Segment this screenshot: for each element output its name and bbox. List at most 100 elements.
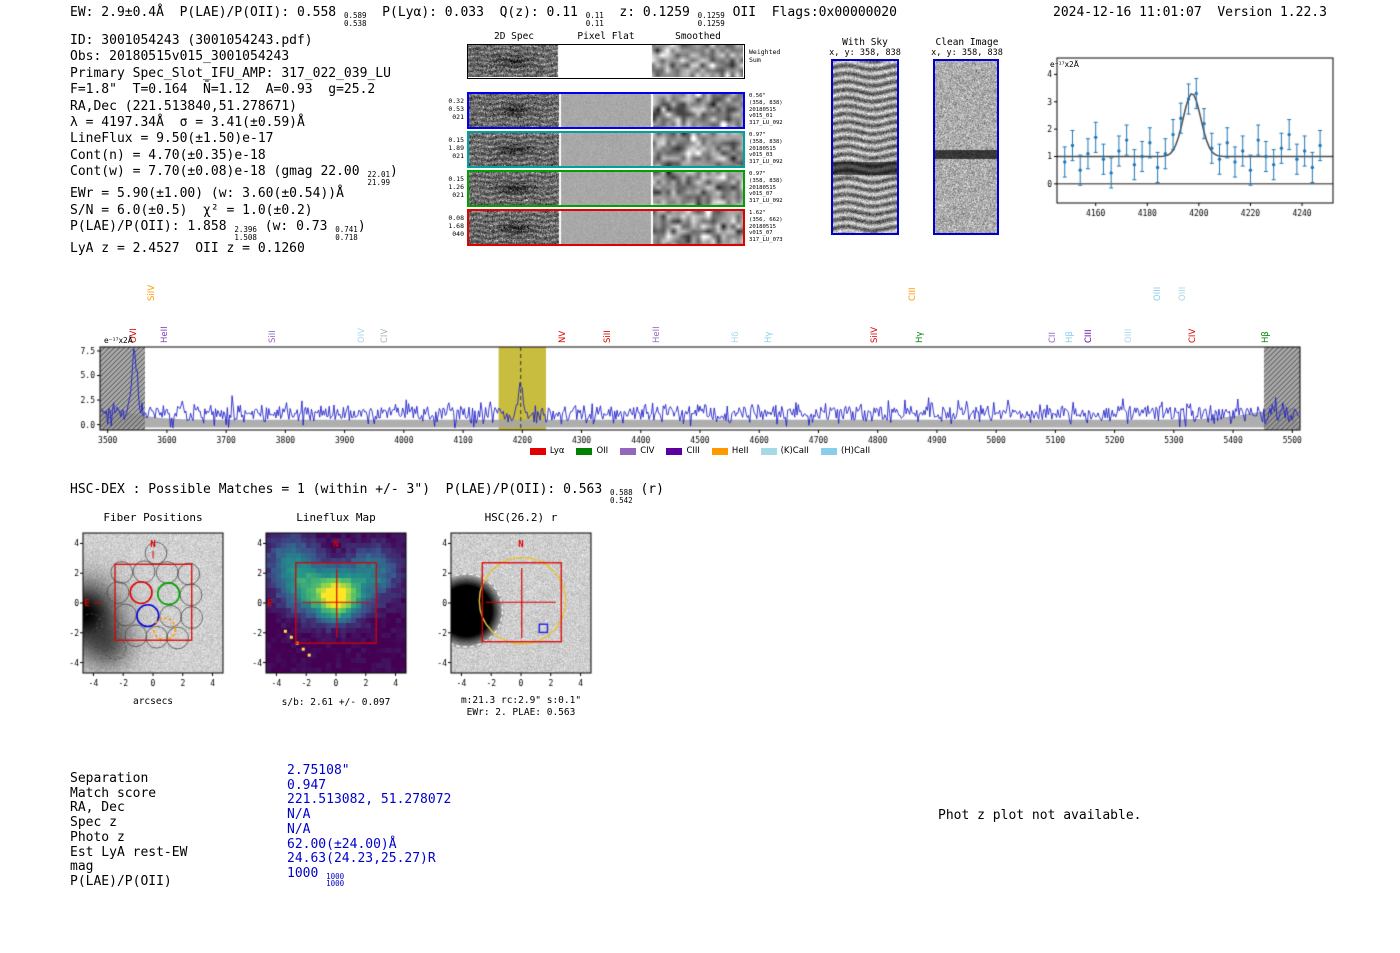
ew-text: EW: 2.9±0.4Å <box>70 5 180 20</box>
info-text: S/N = 6.0(±0.5) χ² = 1.0(±0.2) <box>70 202 313 218</box>
photz-note: Phot z plot not available. <box>938 808 1142 823</box>
legend-label: (K)CaII <box>780 446 809 456</box>
spec2d-row-annotations: 0.97" (358, 838) 20180515 v015_03 317_LU_092 <box>749 132 797 166</box>
plae-fraction: 0.589 0.538 <box>344 12 367 27</box>
spectrum-line-label: SiII <box>267 330 278 343</box>
legend-swatch <box>620 447 637 455</box>
info-line: F=1.8" T=0.164 N̄=1.12 A=0.93 g=25.2 <box>70 82 398 98</box>
spec2d-row-image <box>469 172 743 205</box>
info-line: RA,Dec (221.513840,51.278671) <box>70 99 398 115</box>
info-line: LineFlux = 9.50(±1.50)e-17 <box>70 131 398 147</box>
fiber-annotation-line: v015_07 <box>749 230 773 237</box>
stacked-fraction: 0.741 0.718 <box>335 226 358 241</box>
fiber-annotation-line: 0.97" <box>749 132 766 138</box>
info-text: Obs: 20180515v015_3001054243 <box>70 49 290 65</box>
spectrum-line-label: OIII <box>1123 328 1134 343</box>
fiber-positions-title: Fiber Positions <box>103 511 203 524</box>
fiber-annotation-line: 0.97" <box>749 171 766 177</box>
info-line: λ = 4197.34Å σ = 3.41(±0.59)Å <box>70 115 398 131</box>
fiber-annotation-line: 317_LU_092 <box>749 159 783 166</box>
info-text: (w: 0.73 <box>256 219 336 235</box>
info-line: LyA z = 2.4527 OII z = 0.1260 <box>70 241 398 257</box>
legend-item: OII <box>576 446 608 456</box>
match-value: 1000 1000 1000 <box>287 865 451 888</box>
spec2d-row-frame <box>467 92 745 129</box>
match-label: Est LyA rest-EW <box>70 844 188 860</box>
match-value-text: 2.75108" <box>287 763 350 778</box>
match-label: RA, Dec <box>70 800 125 816</box>
spectrum-line-label: OIII <box>1153 286 1164 301</box>
qz-fraction: 0.11 0.11 <box>586 12 604 27</box>
fiber-weight-label: 0.15 <box>448 175 464 183</box>
withsky-title: With Sky <box>842 37 888 48</box>
weighted-sum-label: Weighted Sum <box>749 48 780 64</box>
fiber-annotation-line: 1.62" <box>749 210 766 216</box>
withsky-coords: x, y: 358, 838 <box>829 48 901 58</box>
match-value: N/A <box>287 821 451 838</box>
legend-swatch <box>760 447 777 455</box>
weighted-sum-frame <box>467 44 745 79</box>
spec2d-row-frame <box>467 131 745 168</box>
fiber-weight-label: 021 <box>452 113 464 121</box>
spec2d-row-annotations: 1.62" (356, 662) 20180515 v015_07 317_LU_073 <box>749 210 797 244</box>
spectrum-line-label: Hδ <box>730 331 741 343</box>
clean-frame <box>933 59 999 235</box>
spectrum-legend: Lyα OII CIV CIII HeII (K)CaII (H)CaII <box>470 446 930 456</box>
match-label: mag <box>70 859 94 875</box>
spectrum-line-label: OIII <box>1178 286 1189 301</box>
info-block: ID: 3001054243 (3001054243.pdf) Obs: 2018… <box>70 33 398 257</box>
col-title-2dspec: 2D Spec <box>493 31 535 42</box>
match-value-text: 1000 <box>287 865 327 881</box>
info-line: EWr = 5.90(±1.00) (w: 3.60(±0.54))Å <box>70 186 398 202</box>
spec2d-row-image <box>469 94 743 127</box>
info-text: EWr = 5.90(±1.00) (w: 3.60(±0.54))Å <box>70 186 344 202</box>
clean-coords: x, y: 358, 838 <box>931 48 1003 58</box>
legend-swatch <box>711 447 728 455</box>
info-line: ID: 3001054243 (3001054243.pdf) <box>70 33 398 49</box>
hsc-mag-label: m:21.3 rc:2.9" s:0.1" <box>460 695 582 706</box>
info-text: λ = 4197.34Å σ = 3.41(±0.59)Å <box>70 115 305 131</box>
legend-label: HeII <box>731 446 749 456</box>
spec2d-row-image <box>469 211 743 244</box>
fiber-annotation-line: 317_LU_073 <box>749 237 783 244</box>
col-title-smoothed: Smoothed <box>675 31 721 42</box>
clean-image <box>935 61 997 233</box>
info-text: ) <box>390 164 398 180</box>
info-line: Cont(w) = 7.70(±0.08)e-18 (gmag 22.00 22… <box>70 164 398 186</box>
fiber-annotation-line: 20180515 <box>749 223 776 230</box>
fiber-xlabel: arcsecs <box>132 696 174 707</box>
fraction-bottom: 1.508 <box>234 232 257 242</box>
weighted-sum-image <box>468 45 743 77</box>
match-value-text: N/A <box>287 821 311 837</box>
match-value: 0.947 <box>287 778 451 794</box>
fraction-bottom: 0.11 <box>585 18 604 28</box>
info-line: S/N = 6.0(±0.5) χ² = 1.0(±0.2) <box>70 203 398 219</box>
hsc-image-cutout <box>421 528 606 693</box>
clean-title: Clean Image <box>935 37 999 48</box>
spec2d-row-left-labels: 0.15 1.26 021 <box>440 175 464 199</box>
spectrum-line-label: SiIV <box>870 326 881 343</box>
info-text: LyA z = 2.4527 OII z = 0.1260 <box>70 241 305 257</box>
withsky-image <box>833 61 897 233</box>
legend-label: (H)CaII <box>840 446 871 456</box>
spectrum-line-label: CII <box>1047 332 1058 343</box>
stacked-fraction: 2.396 1.508 <box>234 226 257 241</box>
spec2d-row-frame <box>467 170 745 207</box>
legend-label: CIII <box>686 446 700 456</box>
spectrum-line-label: CIII <box>908 287 919 301</box>
spec2d-row-annotations: 0.97" (358, 838) 20180515 v015_07 317_LU_092 <box>749 171 797 205</box>
fiber-annotation-line: 20180515 <box>749 145 776 152</box>
match-label: Photo z <box>70 829 125 845</box>
plya-qz-text: P(Lyα): 0.033 Q(z): 0.11 <box>366 5 586 20</box>
lineflux-sb-label: s/b: 2.61 +/- 0.097 <box>281 697 391 708</box>
hsc-ewr-label: EWr: 2. PLAE: 0.563 <box>466 707 576 718</box>
info-text: Cont(n) = 4.70(±0.35)e-18 <box>70 147 266 163</box>
fiber-weight-label: 1.68 <box>448 222 464 230</box>
fiber-annotation-line: 20180515 <box>749 106 776 113</box>
spectrum-line-label: OIV <box>357 327 368 343</box>
fiber-weight-label: 1.89 <box>448 144 464 152</box>
fraction-bottom: 0.538 <box>343 18 367 28</box>
spectrum-line-label: Hγ <box>915 331 926 343</box>
match-value-text: 62.00(±24.00)Å <box>287 836 397 852</box>
weighted-label-line: Weighted <box>749 48 781 56</box>
